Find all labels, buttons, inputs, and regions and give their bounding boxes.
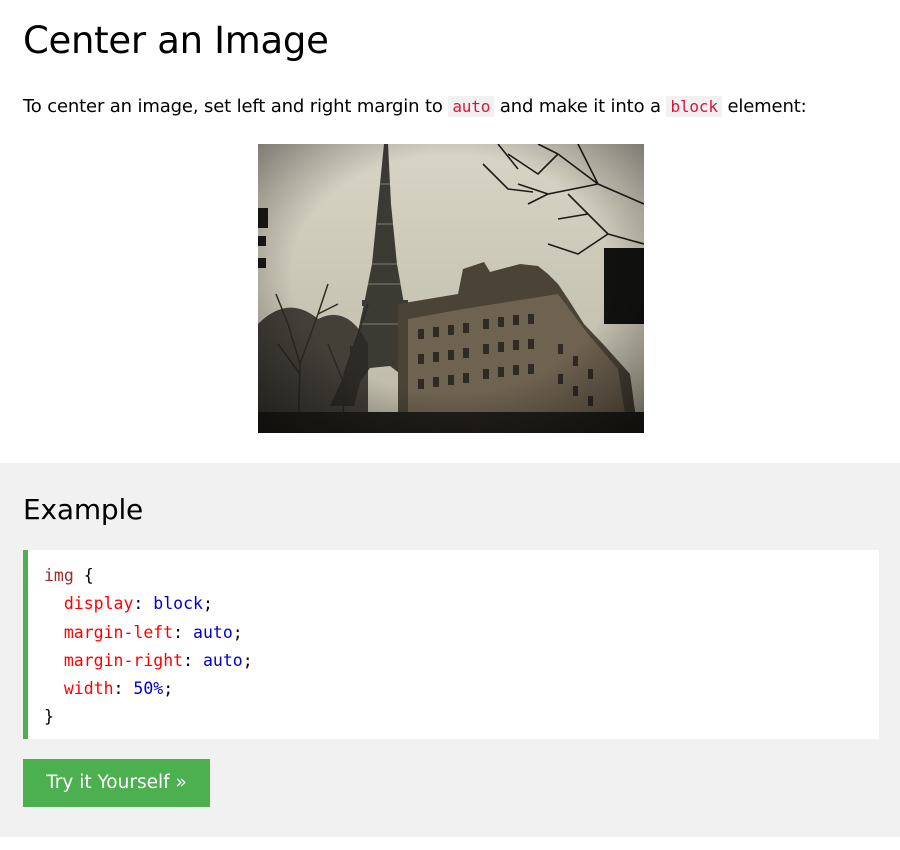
- code-line-declaration: width: 50%;: [63, 679, 174, 699]
- inline-code-block: block: [666, 96, 722, 117]
- code-line-selector: img {: [44, 562, 879, 590]
- inline-code-auto: auto: [448, 96, 495, 117]
- intro-text-before: To center an image, set left and right m…: [23, 96, 449, 117]
- css-property: display: [63, 594, 134, 614]
- example-heading: Example: [23, 493, 144, 526]
- css-close-brace: }: [44, 707, 54, 727]
- code-line-declaration: margin-right: auto;: [63, 650, 253, 670]
- css-value: auto: [193, 622, 233, 642]
- example-panel: Example img { display: block; margin-lef…: [0, 463, 900, 837]
- intro-text-after: element:: [721, 96, 807, 117]
- css-value: auto: [202, 650, 243, 670]
- eiffel-tower-photo: [258, 144, 644, 433]
- code-line-declaration: margin-left: auto;: [63, 622, 243, 642]
- code-example: img { display: block; margin-left: auto;…: [23, 550, 879, 739]
- css-property: margin-left: [63, 622, 174, 642]
- css-selector: img: [44, 566, 74, 585]
- code-line-close: }: [44, 703, 879, 731]
- intro-text-middle: and make it into a: [494, 96, 667, 117]
- try-it-yourself-button[interactable]: Try it Yourself »: [23, 759, 210, 807]
- intro-paragraph: To center an image, set left and right m…: [23, 94, 807, 120]
- css-open-brace: {: [73, 566, 94, 585]
- css-property: width: [63, 679, 114, 699]
- page-title: Center an Image: [23, 19, 329, 62]
- css-value: block: [153, 594, 203, 614]
- css-property: margin-right: [63, 650, 184, 670]
- css-value: 50%: [133, 679, 164, 699]
- code-line-declaration: display: block;: [63, 594, 213, 614]
